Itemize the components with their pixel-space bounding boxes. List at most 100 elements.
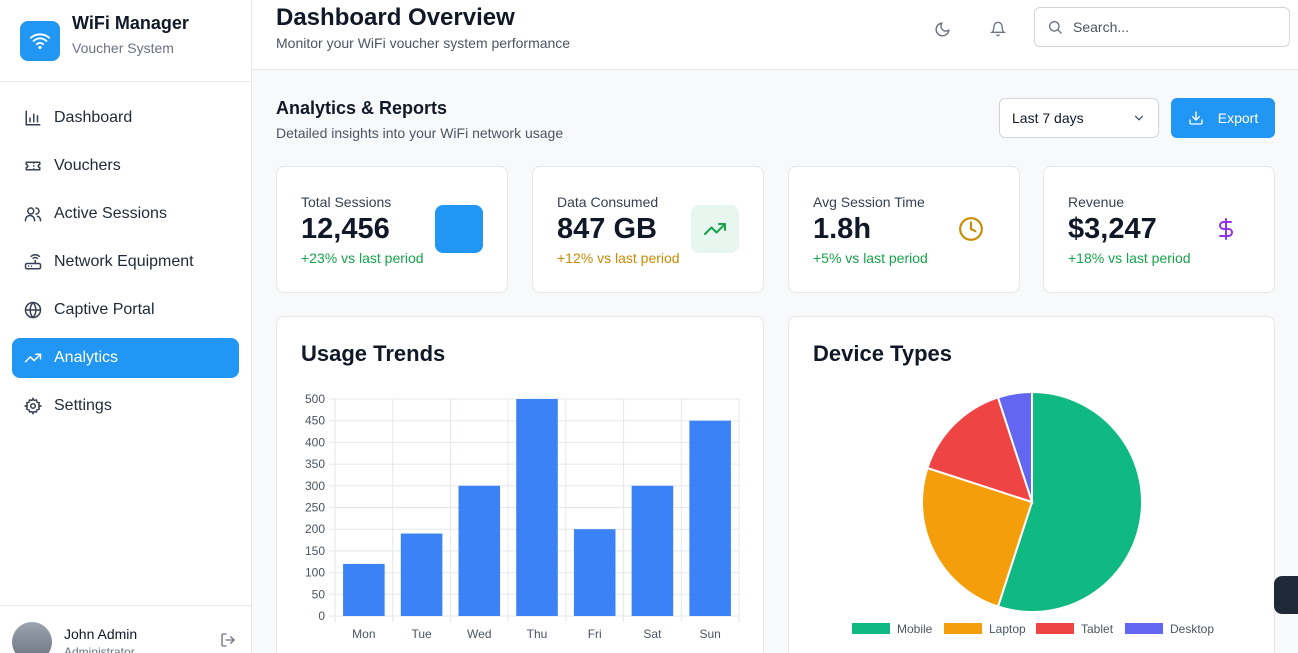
sidebar: WiFi Manager Voucher System Dashboard Vo… [0,0,252,653]
export-label: Export [1217,110,1259,126]
stat-change: +12% vs last period [557,250,680,266]
device-types-card: Device Types Mobile Laptop Tablet Desktop [788,316,1275,653]
download-icon [1188,110,1204,126]
bar [400,533,443,616]
device-types-chart: Mobile Laptop Tablet Desktop [852,390,1214,636]
avatar [12,622,52,653]
page-title: Dashboard Overview [276,4,515,31]
bar [631,485,674,616]
usage-trends-chart: 0 50 100 150 200 250 300 350 400 450 500 Mon Tue Wed T… [305,392,740,641]
y-tick-label: 200 [305,522,325,536]
stat-value: 1.8h [813,213,872,245]
stat-change: +18% vs last period [1068,250,1191,266]
bar-chart-icon [24,109,42,127]
search-icon [1047,19,1063,35]
search-box [1034,7,1290,47]
y-tick-label: 450 [305,414,325,428]
chart-title: Device Types [813,341,953,366]
stat-label: Avg Session Time [813,194,925,210]
legend-swatch [852,623,890,634]
section-title: Analytics & Reports [276,98,448,118]
sidebar-item-label: Dashboard [54,109,133,126]
x-tick-label: Sat [643,627,662,641]
legend-swatch [1125,623,1163,634]
header: Dashboard Overview Monitor your WiFi vou… [252,0,1298,70]
legend-label: Tablet [1081,622,1114,636]
stat-change: +5% vs last period [813,250,928,266]
trending-up-icon [691,205,739,253]
y-tick-label: 50 [312,587,326,601]
sidebar-item-active-sessions[interactable]: Active Sessions [12,194,239,234]
sessions-icon [435,205,483,253]
users-icon [24,205,42,223]
search-input[interactable] [1073,19,1273,35]
bell-icon[interactable] [987,18,1009,40]
floating-action-button[interactable] [1274,576,1298,614]
legend-label: Laptop [989,622,1026,636]
sidebar-item-captive-portal[interactable]: Captive Portal [12,290,239,330]
date-range-value: Last 7 days [1012,110,1084,126]
bar [516,399,558,616]
stat-card-total-sessions: Total Sessions 12,456 +23% vs last perio… [276,166,508,293]
legend-label: Mobile [897,622,933,636]
sidebar-item-analytics[interactable]: Analytics [12,338,239,378]
user-role: Administrator [64,645,135,653]
date-range-select[interactable]: Last 7 days [999,98,1159,138]
stat-card-avg-session-time: Avg Session Time 1.8h +5% vs last period [788,166,1020,293]
y-tick-label: 350 [305,457,325,471]
y-tick-label: 500 [305,392,325,406]
sidebar-item-settings[interactable]: Settings [12,386,239,426]
bar [343,563,385,616]
page-subtitle: Monitor your WiFi voucher system perform… [276,35,571,51]
wifi-icon [20,20,60,61]
stat-value: $3,247 [1068,213,1157,245]
bar [458,485,501,616]
x-tick-label: Tue [411,627,432,641]
chevron-down-icon [1132,111,1146,125]
section-subtitle: Detailed insights into your WiFi network… [276,125,564,141]
x-tick-label: Thu [527,627,548,641]
legend-swatch [944,623,982,634]
y-tick-label: 300 [305,479,325,493]
y-tick-label: 150 [305,544,325,558]
moon-icon[interactable] [931,18,953,40]
y-tick-label: 250 [305,501,325,515]
dollar-icon [1202,205,1250,253]
export-button[interactable]: Export [1171,98,1275,138]
stat-value: 847 GB [557,213,657,245]
y-tick-label: 400 [305,435,325,449]
sidebar-item-label: Active Sessions [54,205,167,222]
legend-swatch [1036,623,1074,634]
sidebar-nav: Dashboard Vouchers Active Sessions Netwo… [0,82,251,450]
stat-card-data-consumed: Data Consumed 847 GB +12% vs last period [532,166,764,293]
globe-icon [24,301,42,319]
chart-title: Usage Trends [301,341,446,366]
sidebar-item-label: Network Equipment [54,253,194,270]
stat-label: Data Consumed [557,194,659,210]
logout-icon[interactable] [220,632,236,653]
stat-value: 12,456 [301,213,390,245]
bar [573,529,616,616]
bar [689,420,731,616]
x-tick-label: Sun [699,627,720,641]
brand: WiFi Manager Voucher System [0,0,251,82]
stat-label: Total Sessions [301,194,392,210]
y-tick-label: 0 [318,609,325,623]
router-icon [24,253,42,271]
brand-title: WiFi Manager [72,13,189,33]
sidebar-item-vouchers[interactable]: Vouchers [12,146,239,186]
y-tick-label: 100 [305,566,325,580]
usage-trends-card: Usage Trends 0 50 100 150 200 250 300 350 400 450… [276,316,764,653]
sidebar-item-label: Vouchers [54,157,121,174]
sidebar-item-dashboard[interactable]: Dashboard [12,98,239,138]
x-tick-label: Mon [352,627,375,641]
stat-label: Revenue [1068,194,1125,210]
sidebar-item-label: Analytics [54,349,119,366]
brand-subtitle: Voucher System [72,40,174,56]
stat-change: +23% vs last period [301,250,424,266]
sidebar-item-network-equipment[interactable]: Network Equipment [12,242,239,282]
gear-icon [24,397,42,415]
sidebar-item-label: Captive Portal [54,301,155,318]
legend-label: Desktop [1170,622,1214,636]
x-tick-label: Wed [467,627,491,641]
